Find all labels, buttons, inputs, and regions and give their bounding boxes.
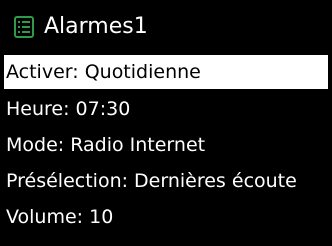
radio-display-screen: Alarmes1 Activer: Quotidienne Heure: 07:… — [0, 0, 332, 246]
menu-item-mode[interactable]: Mode: Radio Internet — [0, 127, 332, 163]
menu-item-preselection[interactable]: Présélection: Dernières écoute — [0, 163, 332, 199]
alarm-settings-menu: Activer: Quotidienne Heure: 07:30 Mode: … — [0, 55, 332, 235]
menu-item-heure[interactable]: Heure: 07:30 — [0, 91, 332, 127]
menu-item-volume[interactable]: Volume: 10 — [0, 199, 332, 235]
menu-item-activer[interactable]: Activer: Quotidienne — [4, 55, 328, 89]
list-icon — [14, 16, 34, 38]
screen-title: Alarmes1 — [44, 14, 148, 39]
screen-header: Alarmes1 — [0, 4, 332, 50]
